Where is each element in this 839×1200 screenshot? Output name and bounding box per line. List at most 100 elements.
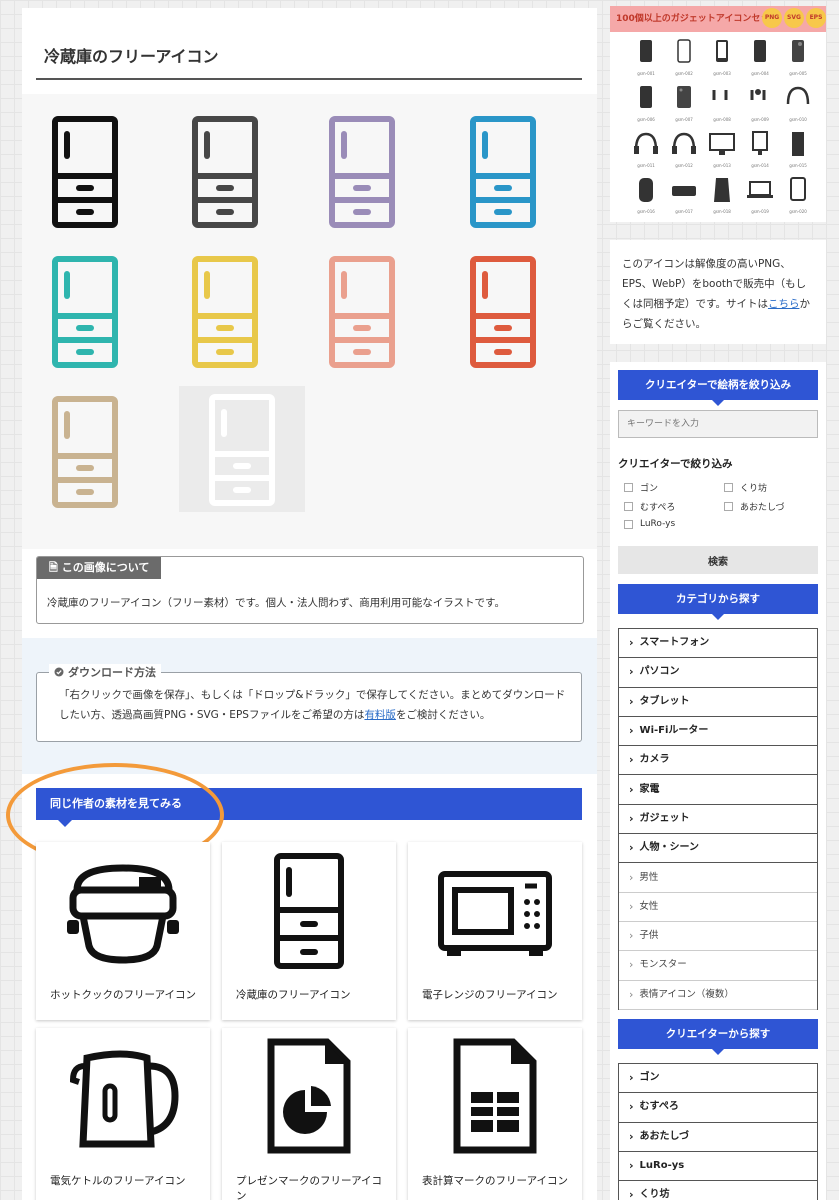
checkbox-label: ゴン — [640, 484, 659, 494]
gadget-icon — [672, 186, 696, 196]
card-pressure-cooker[interactable]: ホットクックのフリーアイコン — [36, 842, 210, 1020]
gadget-label: gsm-006 — [637, 117, 655, 122]
creator-checkbox-gon[interactable]: ゴン — [624, 481, 658, 494]
category-item[interactable]: › 子供 — [619, 922, 817, 952]
fridge-variant[interactable] — [440, 248, 566, 374]
category-item[interactable]: › タブレット — [619, 688, 817, 717]
checkbox-label: LuRo-ys — [640, 519, 676, 529]
gadget-label: gsm-013 — [713, 163, 731, 168]
category-label: パソコン — [639, 666, 680, 678]
refrigerator-icon — [209, 394, 275, 506]
keyword-input[interactable] — [618, 410, 818, 438]
check-circle-icon — [54, 667, 64, 677]
chevron-right-icon: › — [629, 1100, 634, 1114]
card-spreadsheet[interactable]: 表計算マークのフリーアイコン — [408, 1028, 582, 1200]
refrigerator-icon — [52, 396, 118, 508]
fridge-variant[interactable] — [22, 248, 148, 374]
info-link[interactable]: こちら — [768, 298, 800, 310]
creator-item[interactable]: › あおたしづ — [619, 1123, 817, 1152]
checkbox[interactable] — [624, 519, 633, 529]
ad-banner-text: 100個以上のガジェットアイコンセット — [616, 14, 779, 24]
gadget-label: gsm-011 — [637, 163, 655, 168]
category-label: ガジェット — [639, 812, 690, 824]
checkbox[interactable] — [724, 502, 733, 511]
microwave-icon — [438, 871, 552, 956]
fridge-variant[interactable] — [162, 248, 288, 374]
gadget-thumbnail: gsm-001 — [628, 36, 664, 82]
card-title: 電子レンジのフリーアイコン — [422, 989, 558, 1001]
refrigerator-icon — [329, 256, 395, 368]
download-text-after: をご検討ください。 — [395, 709, 491, 721]
fridge-variant[interactable] — [22, 388, 148, 514]
creator-checkbox-aotashizu[interactable]: あおたしづ — [724, 500, 784, 513]
gadget-label: gsm-007 — [675, 117, 693, 122]
category-item[interactable]: › スマートフォン — [619, 629, 817, 659]
category-item[interactable]: › モンスター — [619, 951, 817, 981]
gadget-icon — [747, 181, 773, 198]
search-button[interactable]: 検索 — [618, 546, 818, 574]
card-title: 冷蔵庫のフリーアイコン — [236, 989, 351, 1001]
download-legend: ダウンロード方法 — [49, 664, 161, 680]
chevron-right-icon: › — [629, 1071, 634, 1085]
card-microwave[interactable]: 電子レンジのフリーアイコン — [408, 842, 582, 1020]
creator-item[interactable]: › ゴン — [619, 1064, 817, 1094]
refrigerator-icon — [274, 853, 344, 969]
gadget-thumbnail: gsm-018 — [704, 174, 740, 220]
card-refrigerator[interactable]: 冷蔵庫のフリーアイコン — [222, 842, 396, 1020]
category-label: Wi-Fiルーター — [639, 725, 709, 737]
fridge-variant[interactable] — [179, 386, 305, 512]
creator-checkbox-kuribo[interactable]: くり坊 — [724, 481, 767, 494]
refrigerator-icon — [470, 256, 536, 368]
card-kettle[interactable]: 電気ケトルのフリーアイコン — [36, 1028, 210, 1200]
creator-item[interactable]: › むすぺろ — [619, 1093, 817, 1123]
checkbox[interactable] — [624, 502, 633, 511]
fridge-variant[interactable] — [162, 108, 288, 234]
creator-label: LuRo-ys — [639, 1160, 685, 1172]
gadget-icon-set-ad[interactable]: 100個以上のガジェットアイコンセット PNG SVG EPS gsm-001 g… — [610, 6, 826, 222]
chevron-right-icon: › — [629, 841, 634, 855]
gadget-thumbnail: gsm-009 — [742, 82, 778, 128]
gadget-icon — [640, 40, 652, 62]
creator-item[interactable]: › くり坊 — [619, 1181, 817, 1200]
creator-checkbox-luro-ys[interactable]: LuRo-ys — [624, 519, 675, 529]
card-presentation[interactable]: プレゼンマークのフリーアイコン — [222, 1028, 396, 1200]
creator-label: むすぺろ — [639, 1101, 679, 1113]
gadget-label: gsm-016 — [637, 209, 655, 214]
category-item[interactable]: › 女性 — [619, 893, 817, 922]
category-item[interactable]: › パソコン — [619, 658, 817, 688]
gadget-icon — [792, 132, 804, 156]
creator-filter-heading: クリエイターで絵柄を絞り込み — [618, 370, 818, 406]
fridge-variant[interactable] — [299, 248, 425, 374]
checkbox[interactable] — [724, 483, 733, 492]
fridge-variant[interactable] — [22, 108, 148, 234]
category-item[interactable]: › 家電 — [619, 775, 817, 805]
creator-checkbox-musupero[interactable]: むすぺろ — [624, 500, 675, 513]
fridge-variant[interactable] — [299, 108, 425, 234]
chevron-right-icon: › — [629, 929, 634, 943]
category-label: 男性 — [639, 871, 659, 883]
category-item[interactable]: › 男性 — [619, 863, 817, 893]
fridge-variant[interactable] — [440, 108, 566, 234]
gadget-icon — [790, 177, 806, 201]
gadget-label: gsm-004 — [751, 71, 769, 76]
chevron-right-icon: › — [629, 636, 634, 650]
category-item[interactable]: › 人物・シーン — [619, 834, 817, 864]
gadget-icon — [714, 178, 730, 202]
gadget-label: gsm-014 — [751, 163, 769, 168]
main-content: 冷蔵庫のフリーアイコン 🗎 この画像について 冷蔵庫のフリーアイコン（フリー素材… — [6, 8, 597, 1200]
category-item[interactable]: › ガジェット — [619, 805, 817, 835]
category-item[interactable]: › 表情アイコン（複数） — [619, 981, 817, 1010]
gadget-icon — [786, 86, 810, 105]
category-item[interactable]: › Wi-Fiルーター — [619, 717, 817, 747]
checkbox[interactable] — [624, 483, 633, 492]
category-label: 家電 — [639, 783, 660, 795]
gadget-thumbnail: gsm-010 — [780, 82, 816, 128]
refrigerator-icon — [192, 116, 258, 228]
creator-label: ゴン — [639, 1072, 660, 1084]
gadget-icon — [672, 132, 696, 154]
creator-item[interactable]: › LuRo-ys — [619, 1152, 817, 1182]
spreadsheet-file-icon — [453, 1038, 537, 1154]
paid-version-link[interactable]: 有料版 — [364, 709, 396, 721]
category-item[interactable]: › カメラ — [619, 746, 817, 776]
chevron-right-icon: › — [629, 1188, 634, 1200]
